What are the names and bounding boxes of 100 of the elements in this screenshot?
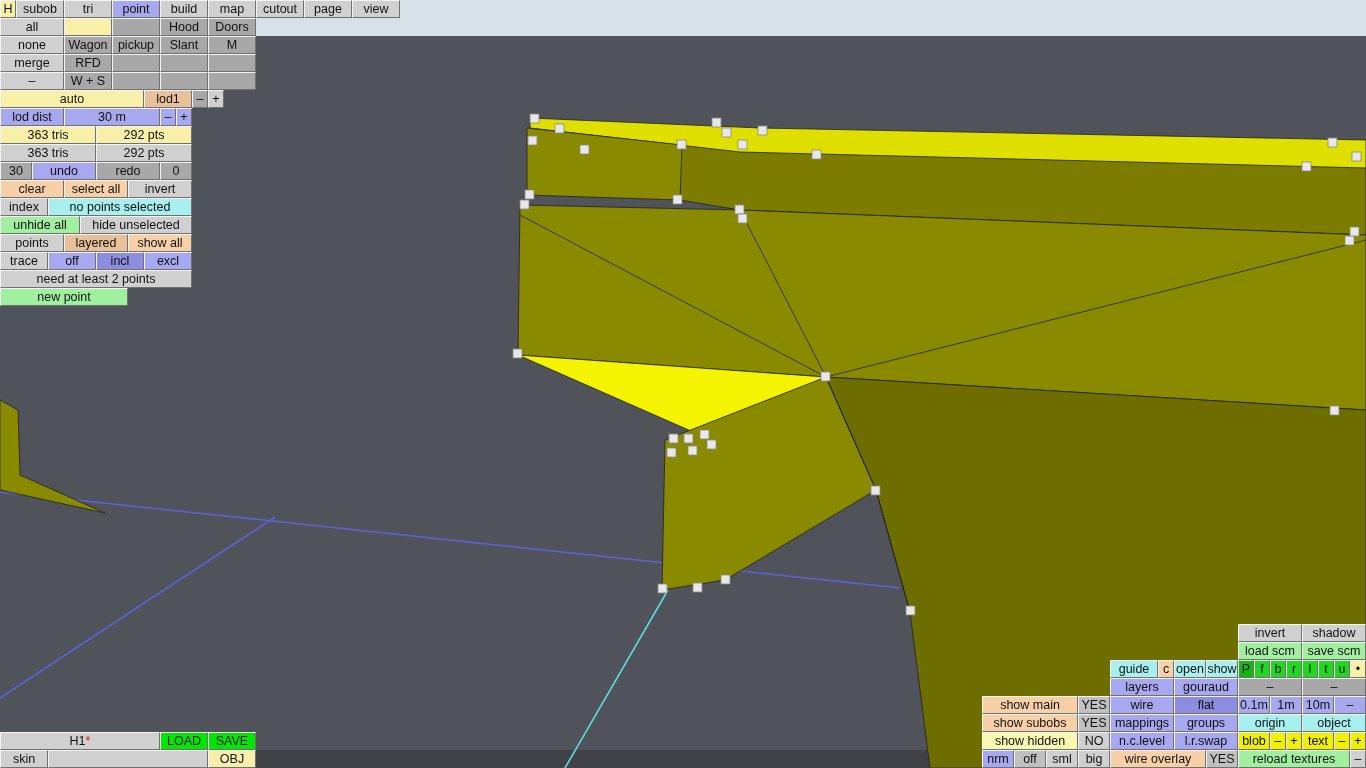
toolbar-button[interactable]: open bbox=[1174, 660, 1206, 678]
toolbar-button[interactable]: view bbox=[352, 0, 400, 18]
toolbar-button[interactable]: flat bbox=[1174, 696, 1238, 714]
toolbar-button[interactable]: Hood bbox=[160, 18, 208, 36]
toolbar-button[interactable]: no points selected bbox=[48, 198, 192, 216]
toolbar-button[interactable]: + bbox=[176, 108, 192, 126]
toolbar-button[interactable]: invert bbox=[1238, 624, 1302, 642]
toolbar-button[interactable]: – bbox=[1238, 678, 1302, 696]
toolbar-button[interactable]: off bbox=[1014, 750, 1046, 768]
toolbar-button[interactable]: tri bbox=[64, 0, 112, 18]
toolbar-button[interactable]: excl bbox=[144, 252, 192, 270]
toolbar-button[interactable]: blob bbox=[1238, 732, 1270, 750]
toolbar-button[interactable]: big bbox=[1078, 750, 1110, 768]
toolbar-button[interactable]: 0 bbox=[160, 162, 192, 180]
toolbar-button[interactable]: show hidden bbox=[982, 732, 1078, 750]
toolbar-button[interactable]: b bbox=[1270, 660, 1286, 678]
toolbar-button[interactable]: unhide all bbox=[0, 216, 80, 234]
toolbar-button[interactable]: 10m bbox=[1302, 696, 1334, 714]
blank-button[interactable] bbox=[48, 750, 208, 768]
toolbar-button[interactable]: show all bbox=[128, 234, 192, 252]
toolbar-button[interactable]: merge bbox=[0, 54, 64, 72]
toolbar-button[interactable]: invert bbox=[128, 180, 192, 198]
toolbar-button[interactable]: clear bbox=[0, 180, 64, 198]
toolbar-button[interactable]: wire bbox=[1110, 696, 1174, 714]
toolbar-button[interactable]: off bbox=[48, 252, 96, 270]
blank-button[interactable] bbox=[208, 54, 256, 72]
toolbar-button[interactable]: YES bbox=[1078, 696, 1110, 714]
toolbar-button[interactable]: H bbox=[0, 0, 16, 18]
toolbar-button[interactable]: origin bbox=[1238, 714, 1302, 732]
toolbar-button[interactable]: 1m bbox=[1270, 696, 1302, 714]
blank-button[interactable] bbox=[160, 54, 208, 72]
toolbar-button[interactable]: H1* bbox=[0, 732, 160, 750]
toolbar-button[interactable]: f bbox=[1254, 660, 1270, 678]
toolbar-button[interactable]: subob bbox=[16, 0, 64, 18]
toolbar-button[interactable]: none bbox=[0, 36, 64, 54]
toolbar-button[interactable]: NO bbox=[1078, 732, 1110, 750]
toolbar-button[interactable]: pickup bbox=[112, 36, 160, 54]
toolbar-button[interactable]: gouraud bbox=[1174, 678, 1238, 696]
toolbar-button[interactable]: Doors bbox=[208, 18, 256, 36]
toolbar-button[interactable]: show bbox=[1206, 660, 1238, 678]
toolbar-button[interactable]: all bbox=[0, 18, 64, 36]
toolbar-button[interactable]: + bbox=[208, 90, 224, 108]
blank-button[interactable] bbox=[112, 72, 160, 90]
toolbar-button[interactable]: 292 pts bbox=[96, 144, 192, 162]
toolbar-button[interactable]: layers bbox=[1110, 678, 1174, 696]
toolbar-button[interactable]: show main bbox=[982, 696, 1078, 714]
toolbar-button[interactable]: show subobs bbox=[982, 714, 1078, 732]
toolbar-button[interactable]: lod1 bbox=[144, 90, 192, 108]
toolbar-button[interactable]: points bbox=[0, 234, 64, 252]
toolbar-button[interactable]: cutout bbox=[256, 0, 304, 18]
toolbar-button[interactable]: groups bbox=[1174, 714, 1238, 732]
toolbar-button[interactable]: reload textures bbox=[1238, 750, 1350, 768]
toolbar-button[interactable]: • bbox=[1350, 660, 1366, 678]
toolbar-button[interactable]: index bbox=[0, 198, 48, 216]
toolbar-button[interactable]: – bbox=[1334, 696, 1366, 714]
blank-button[interactable] bbox=[208, 72, 256, 90]
toolbar-button[interactable]: shadow bbox=[1302, 624, 1366, 642]
toolbar-button[interactable]: need at least 2 points bbox=[0, 270, 192, 288]
toolbar-button[interactable]: RFD bbox=[64, 54, 112, 72]
toolbar-button[interactable]: Wagon bbox=[64, 36, 112, 54]
toolbar-button[interactable]: + bbox=[1350, 732, 1366, 750]
toolbar-button[interactable]: lod dist bbox=[0, 108, 64, 126]
toolbar-button[interactable]: YES bbox=[1078, 714, 1110, 732]
toolbar-button[interactable]: layered bbox=[64, 234, 128, 252]
blank-button[interactable] bbox=[112, 54, 160, 72]
toolbar-button[interactable]: 30 bbox=[0, 162, 32, 180]
toolbar-button[interactable]: redo bbox=[96, 162, 160, 180]
toolbar-button[interactable]: load scm bbox=[1238, 642, 1302, 660]
toolbar-button[interactable]: map bbox=[208, 0, 256, 18]
toolbar-button[interactable]: build bbox=[160, 0, 208, 18]
toolbar-button[interactable]: 0.1m bbox=[1238, 696, 1270, 714]
blank-button[interactable] bbox=[64, 18, 112, 36]
toolbar-button[interactable]: + bbox=[1286, 732, 1302, 750]
toolbar-button[interactable]: 363 tris bbox=[0, 126, 96, 144]
toolbar-button[interactable]: P bbox=[1238, 660, 1254, 678]
toolbar-button[interactable]: save scm bbox=[1302, 642, 1366, 660]
toolbar-button[interactable]: text bbox=[1302, 732, 1334, 750]
toolbar-button[interactable]: – bbox=[1334, 732, 1350, 750]
toolbar-button[interactable]: – bbox=[0, 72, 64, 90]
toolbar-button[interactable]: mappings bbox=[1110, 714, 1174, 732]
toolbar-button[interactable]: W + S bbox=[64, 72, 112, 90]
toolbar-button[interactable]: guide bbox=[1110, 660, 1158, 678]
toolbar-button[interactable]: hide unselected bbox=[80, 216, 192, 234]
toolbar-button[interactable]: c bbox=[1158, 660, 1174, 678]
toolbar-button[interactable]: – bbox=[1302, 678, 1366, 696]
toolbar-button[interactable]: 30 m bbox=[64, 108, 160, 126]
toolbar-button[interactable]: Slant bbox=[160, 36, 208, 54]
toolbar-button[interactable]: u bbox=[1334, 660, 1350, 678]
toolbar-button[interactable]: undo bbox=[32, 162, 96, 180]
toolbar-button[interactable]: point bbox=[112, 0, 160, 18]
toolbar-button[interactable]: – bbox=[192, 90, 208, 108]
toolbar-button[interactable]: wire overlay bbox=[1110, 750, 1206, 768]
toolbar-button[interactable]: – bbox=[160, 108, 176, 126]
toolbar-button[interactable]: M bbox=[208, 36, 256, 54]
toolbar-button[interactable]: page bbox=[304, 0, 352, 18]
toolbar-button[interactable]: sml bbox=[1046, 750, 1078, 768]
toolbar-button[interactable]: object bbox=[1302, 714, 1366, 732]
toolbar-button[interactable]: select all bbox=[64, 180, 128, 198]
toolbar-button[interactable]: SAVE bbox=[208, 732, 256, 750]
toolbar-button[interactable]: – bbox=[1270, 732, 1286, 750]
